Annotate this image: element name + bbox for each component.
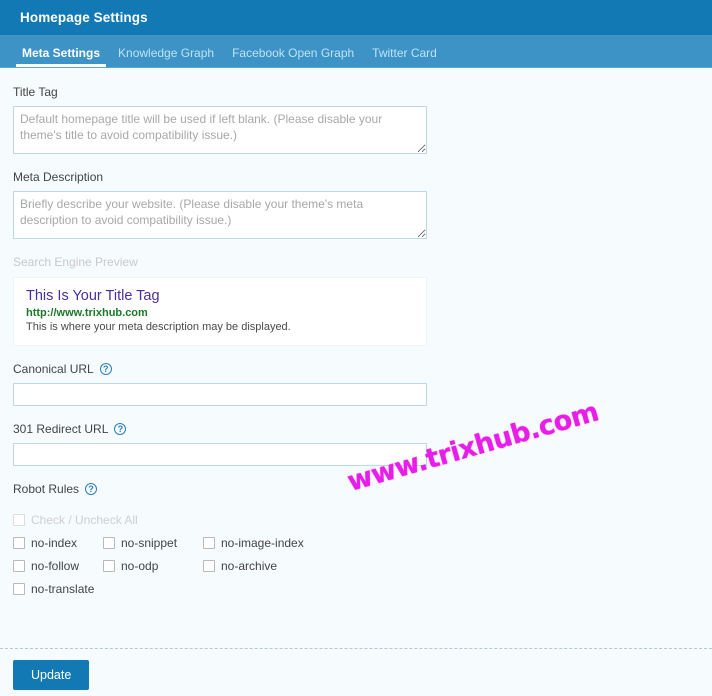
checkbox-no-image-index[interactable]: no-image-index (203, 536, 304, 550)
tab-label: Meta Settings (22, 46, 101, 60)
checkbox-no-odp[interactable]: no-odp (103, 559, 203, 573)
title-tag-input[interactable] (13, 106, 427, 154)
checkbox-box-icon[interactable] (203, 537, 215, 549)
robot-rules-label: Robot Rules ? (13, 482, 712, 496)
checkbox-box-icon[interactable] (13, 537, 25, 549)
checkbox-label: Check / Uncheck All (31, 513, 138, 527)
meta-description-input[interactable] (13, 191, 427, 239)
field-title-tag: Title Tag (0, 85, 712, 154)
tab-knowledge-graph[interactable]: Knowledge Graph (109, 47, 223, 67)
question-mark-circle-icon[interactable]: ? (99, 363, 112, 375)
serp-preview-box: This Is Your Title Tag http://www.trixhu… (13, 277, 427, 346)
checkbox-box-icon[interactable] (13, 583, 25, 595)
field-redirect-url: 301 Redirect URL ? (0, 422, 712, 466)
checkbox-row: no-follow no-odp no-archive (13, 559, 712, 573)
tab-bar: Meta Settings Knowledge Graph Facebook O… (0, 35, 712, 68)
update-button[interactable]: Update (13, 660, 90, 690)
meta-description-label: Meta Description (13, 170, 712, 184)
tab-label: Knowledge Graph (118, 46, 215, 60)
label-text: Meta Description (13, 170, 104, 184)
question-mark-circle-icon[interactable]: ? (85, 483, 98, 495)
form-footer: Update (0, 648, 712, 690)
checkbox-box-icon[interactable] (203, 560, 215, 572)
redirect-url-input[interactable] (13, 443, 427, 466)
checkbox-row-check-all: Check / Uncheck All (13, 513, 712, 527)
field-canonical-url: Canonical URL ? (0, 362, 712, 406)
field-robot-rules: Robot Rules ? Check / Uncheck All no-ind… (0, 482, 712, 596)
checkbox-row: no-translate (13, 582, 712, 596)
checkbox-label: no-odp (121, 559, 159, 573)
checkbox-no-index[interactable]: no-index (13, 536, 103, 550)
tab-twitter-card[interactable]: Twitter Card (363, 47, 446, 67)
tab-meta-settings[interactable]: Meta Settings (13, 47, 109, 67)
checkbox-label: no-snippet (121, 536, 178, 550)
checkbox-box-icon[interactable] (13, 514, 25, 526)
checkbox-no-translate[interactable]: no-translate (13, 582, 94, 596)
checkbox-box-icon[interactable] (103, 537, 115, 549)
serp-url: http://www.trixhub.com (26, 307, 148, 319)
checkbox-label: no-image-index (221, 536, 304, 550)
app-header: Homepage Settings (0, 0, 712, 35)
checkbox-no-follow[interactable]: no-follow (13, 559, 103, 573)
checkbox-label: no-follow (31, 559, 80, 573)
label-text: Robot Rules (13, 482, 80, 496)
canonical-url-label: Canonical URL ? (13, 362, 712, 376)
checkbox-check-uncheck-all[interactable]: Check / Uncheck All (13, 513, 138, 527)
checkbox-no-snippet[interactable]: no-snippet (103, 536, 203, 550)
label-text: 301 Redirect URL (13, 422, 109, 436)
checkbox-box-icon[interactable] (103, 560, 115, 572)
checkbox-label: no-translate (31, 582, 95, 596)
tab-facebook-open-graph[interactable]: Facebook Open Graph (223, 47, 363, 67)
question-mark-circle-icon[interactable]: ? (114, 423, 127, 435)
canonical-url-input[interactable] (13, 383, 427, 406)
checkbox-box-icon[interactable] (13, 560, 25, 572)
checkbox-label: no-index (31, 536, 78, 550)
page-title: Homepage Settings (20, 10, 148, 25)
serp-description: This is where your meta description may … (26, 321, 291, 333)
search-engine-preview: Search Engine Preview This Is Your Title… (0, 255, 712, 346)
redirect-url-label: 301 Redirect URL ? (13, 422, 712, 436)
checkbox-no-archive[interactable]: no-archive (203, 559, 277, 573)
field-meta-description: Meta Description (0, 170, 712, 239)
title-tag-label: Title Tag (13, 85, 712, 99)
checkbox-label: no-archive (221, 559, 278, 573)
search-engine-preview-label: Search Engine Preview (13, 255, 138, 269)
tab-label: Facebook Open Graph (232, 46, 355, 60)
serp-title: This Is Your Title Tag (26, 288, 160, 304)
meta-settings-form: Title Tag Meta Description Search Engine… (0, 68, 712, 596)
label-text: Title Tag (13, 85, 58, 99)
checkbox-row: no-index no-snippet no-image-index (13, 536, 712, 550)
label-text: Canonical URL (13, 362, 94, 376)
tab-label: Twitter Card (372, 46, 437, 60)
